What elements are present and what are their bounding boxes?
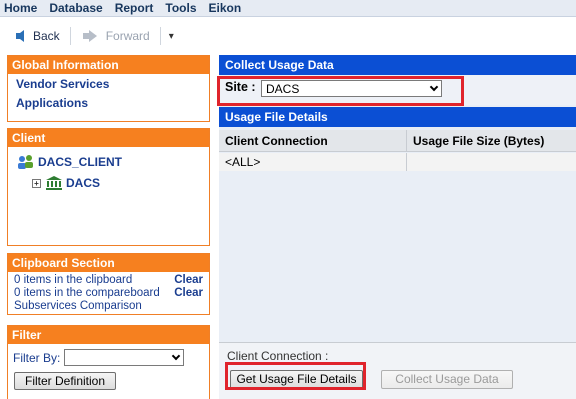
compareboard-row: 0 items in the compareboard Clear [8, 287, 209, 300]
collect-usage-header: Collect Usage Data [219, 55, 576, 75]
usage-file-details-header: Usage File Details [219, 107, 576, 127]
bank-icon [46, 176, 62, 190]
menu-home[interactable]: Home [0, 1, 43, 15]
client-group-icon [18, 155, 33, 169]
site-highlight-box [217, 76, 464, 106]
cell-client-connection: <ALL> [219, 153, 407, 171]
menu-tools[interactable]: Tools [159, 1, 202, 15]
back-label: Back [33, 29, 60, 43]
clear-clipboard-link[interactable]: Clear [174, 274, 203, 287]
main-content: Collect Usage Data Site : DACS Usage Fil… [217, 55, 576, 399]
menu-report[interactable]: Report [109, 1, 160, 15]
toolbar: Back Forward ▾ [0, 18, 576, 54]
toolbar-divider [159, 27, 161, 45]
clipboard-count: 0 items in the clipboard [14, 274, 133, 286]
menu-bar: Home Database Report Tools Eikon [0, 0, 576, 17]
client-connection-label: Client Connection : [227, 349, 329, 363]
compareboard-count: 0 items in the compareboard [14, 287, 160, 299]
applications-link[interactable]: Applications [8, 96, 209, 110]
filter-by-label: Filter By: [13, 350, 61, 365]
filter-definition-button[interactable]: Filter Definition [14, 372, 116, 390]
forward-label: Forward [105, 29, 150, 43]
subservices-comparison-link[interactable]: Subservices Comparison [8, 300, 209, 313]
menu-database[interactable]: Database [43, 1, 108, 15]
expand-icon[interactable]: + [32, 178, 41, 188]
clipboard-panel: Clipboard Section 0 items in the clipboa… [7, 253, 210, 315]
tree-item-dacs-client[interactable]: DACS_CLIENT [17, 154, 209, 170]
get-button-highlight-box [225, 362, 366, 390]
filter-by-row: Filter By: [8, 349, 209, 366]
toolbar-dropdown-icon[interactable]: ▾ [169, 31, 174, 42]
forward-button[interactable]: Forward [81, 29, 150, 43]
back-arrow-icon [16, 30, 24, 42]
client-panel: Client DACS_CLIENT + DACS [7, 128, 210, 246]
collect-usage-data-button[interactable]: Collect Usage Data [381, 370, 513, 389]
column-usage-file-size[interactable]: Usage File Size (Bytes) [407, 130, 576, 151]
column-client-connection[interactable]: Client Connection [219, 130, 407, 151]
tree-item-dacs[interactable]: + DACS [32, 176, 209, 190]
panel-title: Global Information [8, 56, 209, 74]
back-button[interactable]: Back [14, 29, 60, 43]
clipboard-row: 0 items in the clipboard Clear [8, 274, 209, 287]
filter-by-select[interactable] [64, 349, 185, 366]
menu-eikon[interactable]: Eikon [203, 1, 248, 15]
table-header: Client Connection Usage File Size (Bytes… [219, 130, 576, 152]
cell-usage-file-size [407, 153, 576, 171]
clear-compareboard-link[interactable]: Clear [174, 287, 203, 300]
global-information-panel: Global Information Vendor Services Appli… [7, 55, 210, 122]
tree-label-dacs-client: DACS_CLIENT [38, 155, 123, 169]
vendor-services-link[interactable]: Vendor Services [8, 77, 209, 91]
panel-title: Client [8, 129, 209, 147]
table-row[interactable]: <ALL> [219, 153, 576, 171]
panel-title: Clipboard Section [8, 254, 209, 272]
toolbar-divider [69, 27, 71, 45]
panel-title: Filter [8, 326, 209, 344]
filter-panel: Filter Filter By: Filter Definition [7, 325, 210, 399]
tree-label-dacs: DACS [66, 176, 101, 190]
chevron-down-icon [172, 351, 181, 360]
forward-arrow-icon [82, 30, 97, 42]
